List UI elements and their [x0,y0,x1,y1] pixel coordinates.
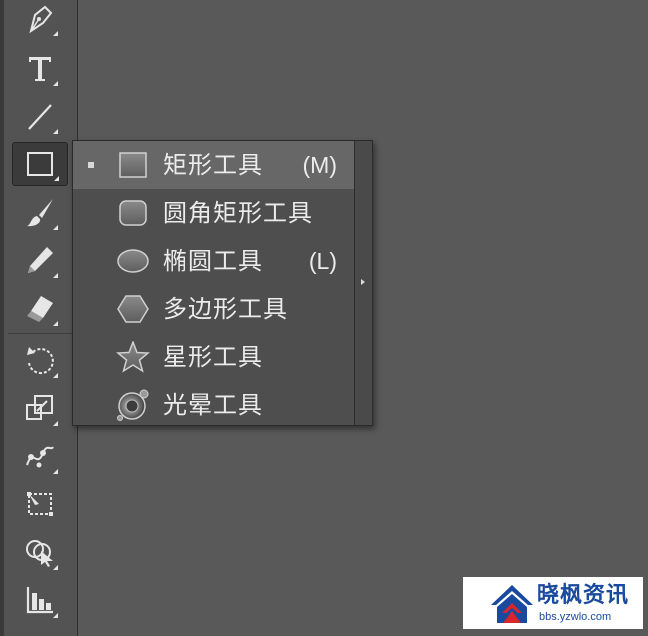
graph-icon [26,587,53,614]
watermark-title: 晓枫资讯 [537,583,630,608]
flyout-item-rounded-rectangle-tool[interactable]: 圆角矩形工具 [73,189,355,237]
free-transform-tool-button[interactable] [14,482,66,526]
toolbar-separator [8,333,74,334]
rounded-rectangle-icon [115,197,151,229]
rotate-icon [27,347,54,375]
flyout-item-polygon-tool[interactable]: 多边形工具 [73,285,355,333]
free-transform-icon [27,492,53,516]
flyout-item-ellipse-tool[interactable]: 椭圆工具 (L) [73,237,355,285]
current-tool-bullet [88,162,94,168]
paintbrush-tool-button[interactable] [14,190,66,234]
polygon-icon [115,293,151,325]
scale-icon [26,395,53,420]
line-icon [28,104,52,130]
flyout-item-flare-tool[interactable]: 光晕工具 [73,381,355,429]
rotate-tool-button[interactable] [14,338,66,382]
ellipse-icon [115,245,151,277]
tools-panel [0,0,78,636]
watermark-url: bbs.yzwlo.com [539,611,612,623]
pencil-icon [28,247,53,273]
house-logo-icon [491,585,533,623]
flyout-item-label: 多边形工具 [163,295,288,323]
type-tool-button[interactable] [14,46,66,90]
flare-icon [115,389,151,421]
pencil-tool-button[interactable] [14,238,66,282]
flyout-item-star-tool[interactable]: 星形工具 [73,333,355,381]
rectangle-icon [115,149,151,181]
flyout-item-label: 光晕工具 [163,391,263,419]
rectangle-tool-button[interactable] [12,142,68,186]
rectangle-icon [27,152,53,176]
tearoff-bar[interactable] [354,141,372,425]
pen-tool-button[interactable] [14,0,66,40]
pen-icon [29,5,53,34]
tearoff-arrow-icon [361,279,365,285]
shape-builder-icon [26,540,53,567]
eraser-tool-button[interactable] [14,286,66,330]
brush-icon [27,199,53,227]
flyout-item-label: 星形工具 [163,343,263,371]
tools-panel-edge [0,0,4,636]
scale-tool-button[interactable] [14,386,66,430]
warp-icon [26,446,54,468]
flyout-item-rectangle-tool[interactable]: 矩形工具 (M) [73,141,355,189]
line-segment-tool-button[interactable] [14,94,66,138]
flyout-item-label: 圆角矩形工具 [163,199,313,227]
flyout-item-label: 矩形工具 [163,151,263,179]
rectangle-tools-flyout: 矩形工具 (M) 圆角矩形工具 椭圆工具 (L) 多边形工具 星形工具 光晕工具 [72,140,373,426]
graph-tool-button[interactable] [14,578,66,622]
flyout-item-shortcut: (M) [302,152,337,178]
type-icon [29,57,51,81]
star-icon [115,341,151,373]
puppet-warp-tool-button[interactable] [14,434,66,478]
flyout-item-label: 椭圆工具 [163,247,263,275]
watermark: 晓枫资讯 bbs.yzwlo.com [463,577,643,629]
eraser-icon [27,296,53,322]
shape-builder-tool-button[interactable] [14,530,66,574]
flyout-item-shortcut: (L) [308,248,337,274]
